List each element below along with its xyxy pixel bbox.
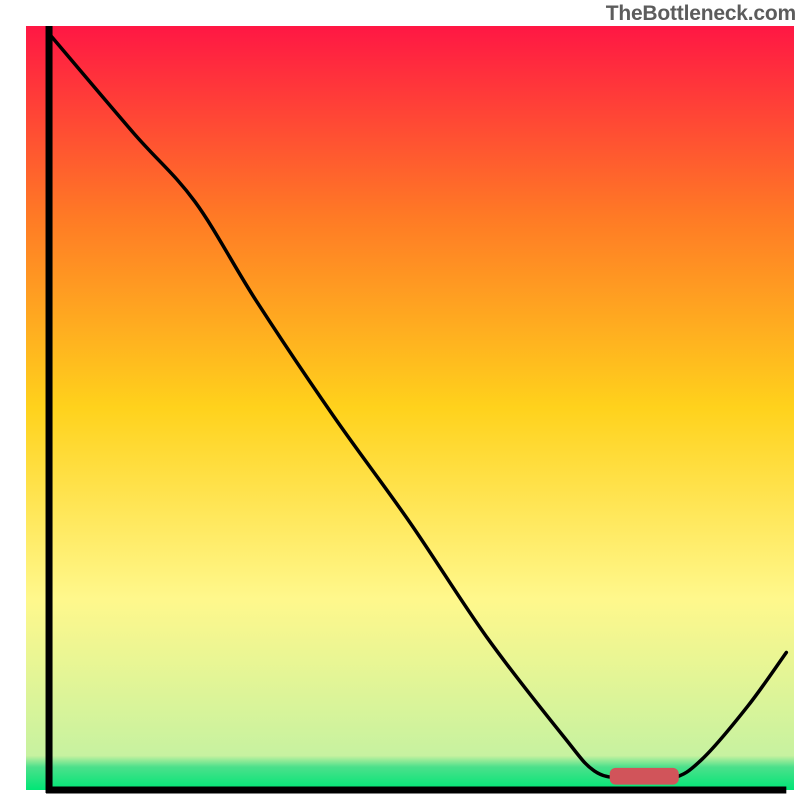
- watermark-text: TheBottleneck.com: [606, 2, 796, 26]
- optimal-marker: [610, 768, 679, 785]
- chart-frame: TheBottleneck.com: [0, 0, 800, 800]
- bottleneck-chart: [0, 0, 800, 800]
